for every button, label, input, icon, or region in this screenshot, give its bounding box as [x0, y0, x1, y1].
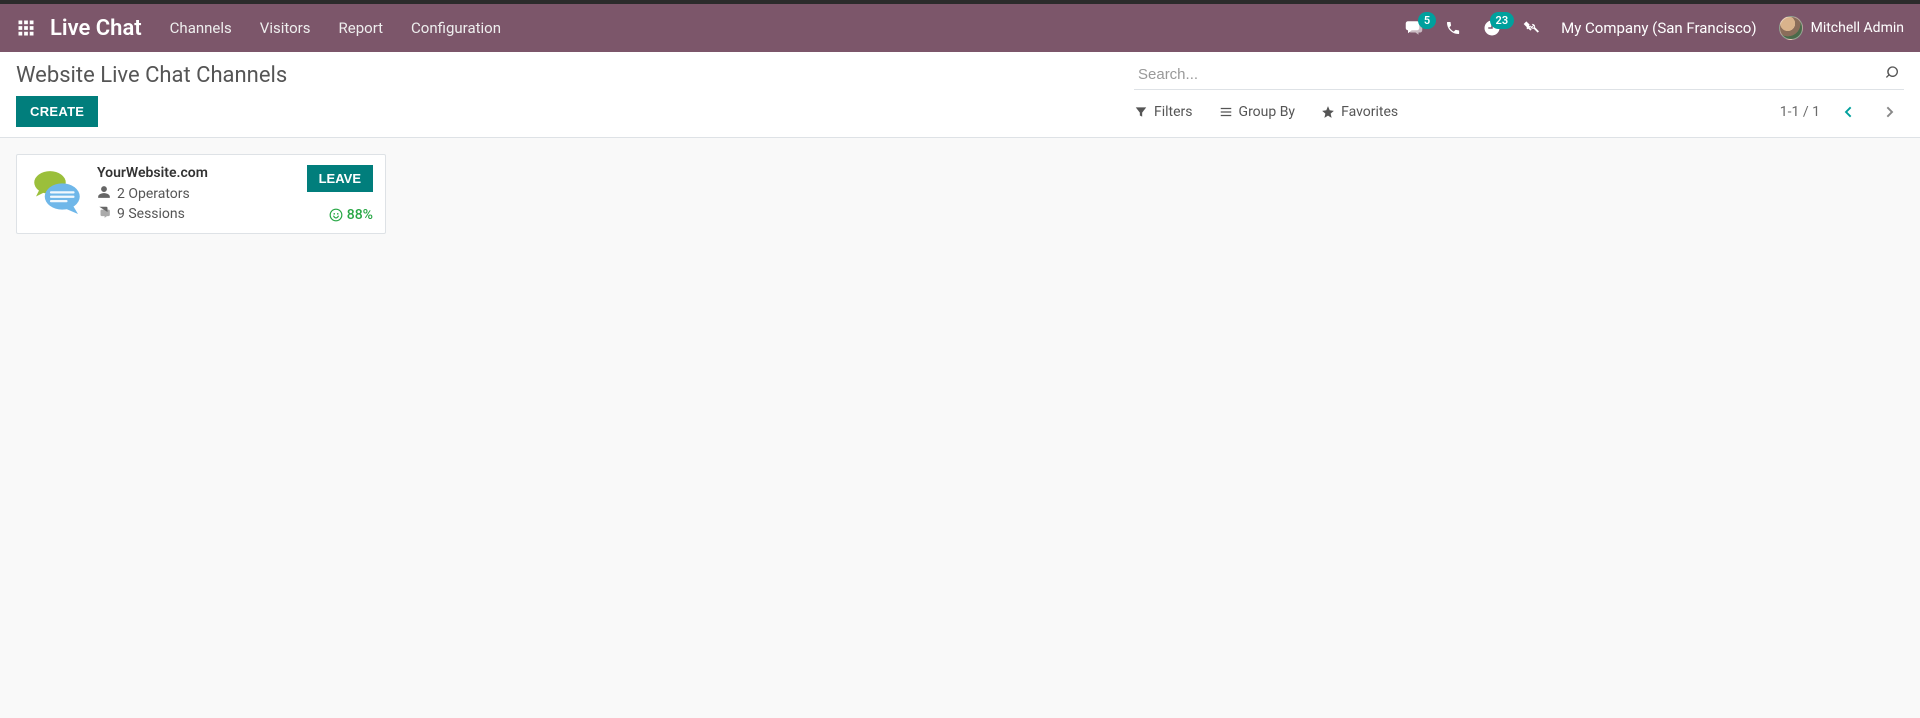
pager-text: 1-1 / 1	[1780, 104, 1820, 120]
phone-button[interactable]	[1445, 20, 1461, 36]
filter-icon	[1134, 105, 1148, 119]
channel-avatar	[29, 165, 85, 221]
create-button[interactable]: CREATE	[16, 96, 98, 127]
activities-badge: 23	[1490, 12, 1515, 29]
star-icon	[1321, 105, 1335, 119]
channel-name: YourWebsite.com	[97, 165, 291, 181]
groupby-dropdown[interactable]: Group By	[1219, 104, 1296, 120]
apps-icon[interactable]	[16, 18, 36, 38]
smile-icon	[329, 208, 343, 222]
channel-operators-line: 2 Operators	[97, 185, 291, 203]
chevron-left-icon	[1840, 104, 1856, 120]
user-icon	[97, 185, 111, 203]
app-brand[interactable]: Live Chat	[50, 16, 142, 41]
search-icon	[1886, 65, 1902, 81]
groupby-label: Group By	[1239, 104, 1296, 120]
kanban-view: YourWebsite.com 2 Operators 9 Sessions L…	[0, 138, 1920, 250]
tools-icon	[1523, 20, 1539, 36]
chat-bubbles-icon	[29, 165, 85, 221]
channel-card-body: YourWebsite.com 2 Operators 9 Sessions	[97, 165, 291, 223]
breadcrumb: Website Live Chat Channels	[16, 63, 287, 88]
favorites-label: Favorites	[1341, 104, 1398, 120]
search-button[interactable]	[1886, 65, 1902, 85]
leave-button[interactable]: LEAVE	[307, 165, 373, 192]
comments-icon	[97, 205, 111, 223]
messages-badge: 5	[1418, 12, 1436, 29]
channel-operators: 2 Operators	[117, 186, 190, 202]
phone-icon	[1445, 20, 1461, 36]
channel-rating: 88%	[329, 207, 373, 223]
company-switcher[interactable]: My Company (San Francisco)	[1561, 19, 1756, 37]
search-box	[1134, 60, 1904, 90]
search-input[interactable]	[1134, 60, 1904, 90]
favorites-dropdown[interactable]: Favorites	[1321, 104, 1398, 120]
pager: 1-1 / 1	[1780, 98, 1904, 126]
pager-prev[interactable]	[1834, 98, 1862, 126]
channel-card-right: LEAVE 88%	[303, 165, 373, 223]
filters-label: Filters	[1154, 104, 1193, 120]
channel-sessions-line: 9 Sessions	[97, 205, 291, 223]
channel-rating-value: 88%	[347, 207, 373, 223]
tools-button[interactable]	[1523, 20, 1539, 36]
pager-next[interactable]	[1876, 98, 1904, 126]
systray: 5 23 My Company (San Francisco) Mitchell…	[1405, 16, 1904, 40]
chevron-right-icon	[1882, 104, 1898, 120]
control-panel: Website Live Chat Channels CREATE Filter…	[0, 52, 1920, 138]
list-icon	[1219, 105, 1233, 119]
activities-button[interactable]: 23	[1483, 19, 1501, 37]
nav-item-report[interactable]: Report	[339, 19, 384, 37]
search-options: Filters Group By Favorites 1-1 / 1	[1134, 98, 1904, 126]
nav-item-configuration[interactable]: Configuration	[411, 19, 501, 37]
messages-button[interactable]: 5	[1405, 19, 1423, 37]
avatar	[1779, 16, 1803, 40]
grid-icon	[17, 19, 35, 37]
nav-item-visitors[interactable]: Visitors	[260, 19, 311, 37]
user-menu[interactable]: Mitchell Admin	[1779, 16, 1904, 40]
main-navbar: Live Chat Channels Visitors Report Confi…	[0, 4, 1920, 52]
user-name: Mitchell Admin	[1811, 20, 1904, 36]
channel-sessions: 9 Sessions	[117, 206, 185, 222]
nav-menu: Channels Visitors Report Configuration	[170, 19, 501, 37]
filters-dropdown[interactable]: Filters	[1134, 104, 1193, 120]
channel-card[interactable]: YourWebsite.com 2 Operators 9 Sessions L…	[16, 154, 386, 234]
nav-item-channels[interactable]: Channels	[170, 19, 232, 37]
